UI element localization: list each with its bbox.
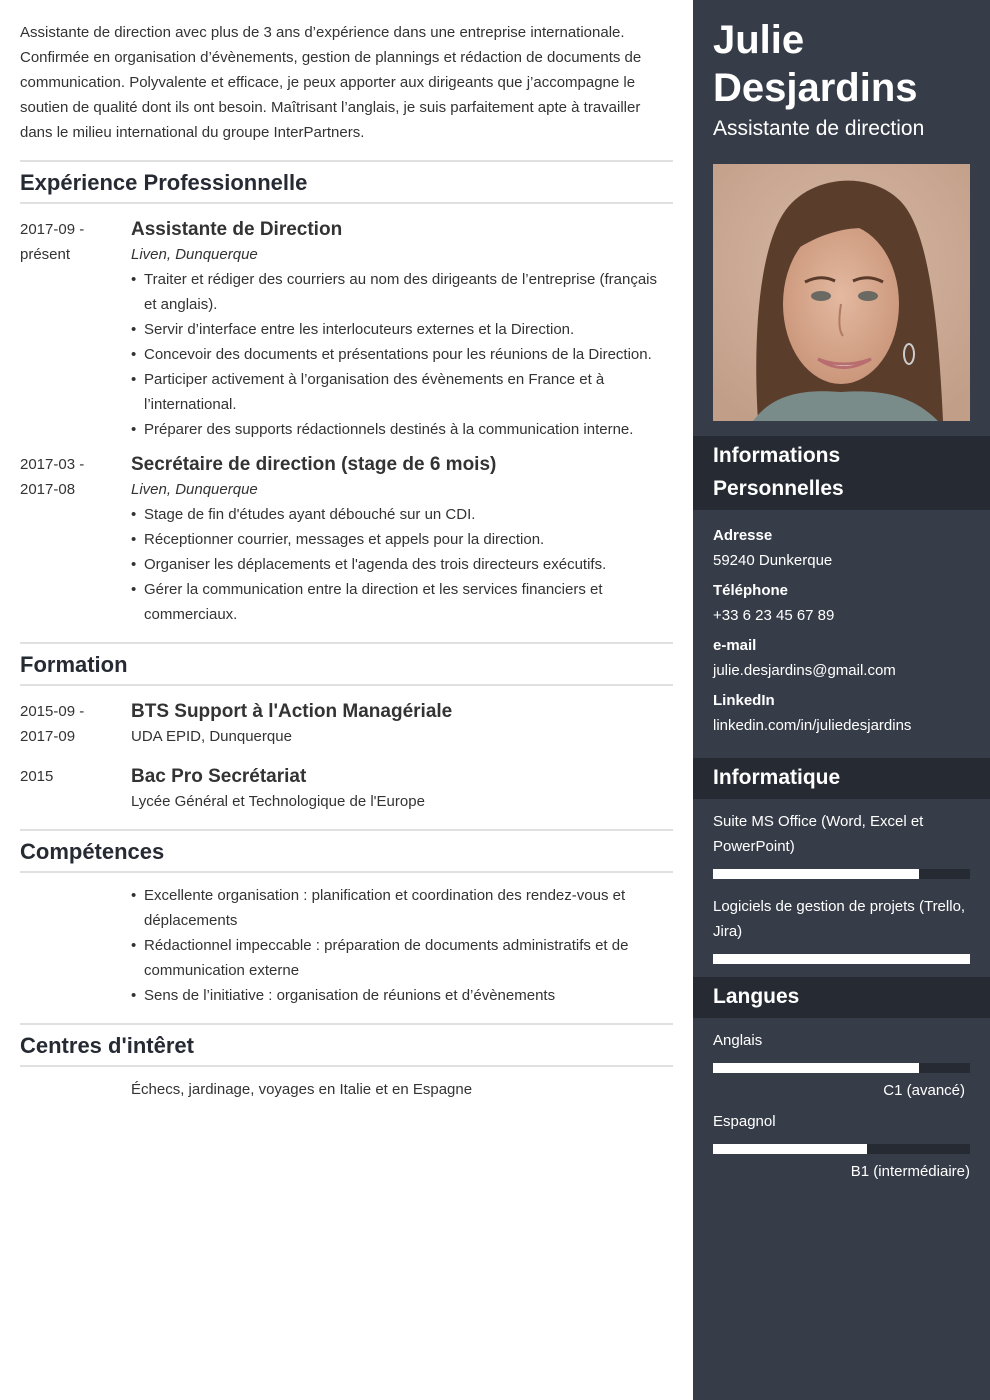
email-link[interactable]: julie.desjardins@gmail.com [713,658,970,683]
bullet-item: Gérer la communication entre la directio… [131,577,673,627]
skills-list: Excellente organisation : planification … [131,883,673,1008]
phone-value: +33 6 23 45 67 89 [713,607,835,624]
language-name: Anglais [713,1032,763,1049]
bullet-item: Participer activement à l’organisation d… [131,367,673,417]
experience-entry: 2017-03 - 2017-08 Secrétaire de directio… [20,452,673,627]
company: Liven, Dunquerque [131,246,258,263]
skill-item: Excellente organisation : planification … [131,883,673,933]
section-title-personal-info: Informations Personnelles [693,436,990,510]
education-entry: 2015-09 - 2017-09 BTS Support à l'Action… [20,699,673,749]
full-name: Julie Desjardins [693,0,990,112]
bullet-item: Traiter et rédiger des courriers au nom … [131,267,673,317]
address-label: Adresse [713,527,773,544]
it-skill: Logiciels de gestion de projets (Trello,… [693,892,990,964]
language-level-label: B1 (intermédiaire) [850,1163,970,1180]
job-bullets: Traiter et rédiger des courriers au nom … [131,267,673,442]
language-level-bar [713,1144,970,1154]
language-level-fill [713,1063,919,1073]
first-name: Julie [713,18,805,62]
entry-date: 2017-03 - 2017-08 [20,452,131,627]
linkedin-label: LinkedIn [713,692,775,709]
date-start: 2017-09 - [20,221,85,238]
bullet-item: Réceptionner courrier, messages et appel… [131,527,673,552]
portrait-image [713,164,970,421]
language-item: Espagnol B1 (intermédiaire) [693,1103,990,1184]
interests-text: Échecs, jardinage, voyages en Italie et … [131,1081,473,1098]
email-label: e-mail [713,637,757,654]
bullet-item: Organiser les déplacements et l'agenda d… [131,552,673,577]
section-title-education: Formation [20,642,673,686]
experience-entry: 2017-09 - présent Assistante de Directio… [20,217,673,442]
date-start: 2015 [20,768,54,785]
entry-date: 2015 [20,764,131,814]
it-skill-name: Logiciels de gestion de projets (Trello,… [713,898,966,940]
profile-summary: Assistante de direction avec plus de 3 a… [20,24,642,141]
title-line: Personnelles [713,477,844,500]
bullet-item: Préparer des supports rédactionnels dest… [131,417,673,442]
date-end: présent [20,246,71,263]
language-level-label: C1 (avancé) [883,1082,965,1099]
job-title: Assistante de Direction [131,219,343,240]
job-bullets: Stage de fin d'études ayant débouché sur… [131,502,673,627]
section-title-it: Informatique [693,758,990,799]
phone-label: Téléphone [713,582,789,599]
main-column: Assistante de direction avec plus de 3 a… [0,0,693,1400]
entry-date: 2017-09 - présent [20,217,131,442]
date-start: 2017-03 - [20,456,85,473]
skill-level-fill [713,869,919,879]
language-level-bar [713,1063,970,1073]
linkedin-link[interactable]: linkedin.com/in/juliedesjardins [713,713,970,738]
section-title-skills: Compétences [20,829,673,873]
date-end: 2017-08 [20,481,76,498]
section-title-languages: Langues [693,977,990,1018]
section-title-experience: Expérience Professionnelle [20,160,673,204]
skill-level-bar [713,869,970,879]
date-end: 2017-09 [20,728,76,745]
personal-info: Adresse 59240 Dunkerque Téléphone +33 6 … [693,510,990,758]
it-skill-name: Suite MS Office (Word, Excel et PowerPoi… [713,813,924,855]
sidebar: Julie Desjardins Assistante de direction [693,0,990,1400]
skill-level-bar [713,954,970,964]
skill-level-fill [713,954,970,964]
profile-photo [713,164,970,421]
it-skill: Suite MS Office (Word, Excel et PowerPoi… [693,799,990,879]
language-level-fill [713,1144,868,1154]
degree-title: BTS Support à l'Action Managériale [131,701,453,722]
job-role: Assistante de direction [713,117,925,140]
entry-date: 2015-09 - 2017-09 [20,699,131,749]
bullet-item: Servir d’interface entre les interlocute… [131,317,673,342]
skill-item: Rédactionnel impeccable : préparation de… [131,933,673,983]
bullet-item: Stage de fin d'études ayant débouché sur… [131,502,673,527]
address-value: 59240 Dunkerque [713,552,833,569]
date-start: 2015-09 - [20,703,85,720]
section-title-interests: Centres d'intêret [20,1023,673,1067]
school: Lycée Général et Technologique de l'Euro… [131,793,425,810]
last-name: Desjardins [713,66,918,110]
company: Liven, Dunquerque [131,481,258,498]
language-item: Anglais C1 (avancé) [693,1018,990,1103]
language-name: Espagnol [713,1113,776,1130]
job-title: Secrétaire de direction (stage de 6 mois… [131,454,497,475]
bullet-item: Concevoir des documents et présentations… [131,342,673,367]
degree-title: Bac Pro Secrétariat [131,766,307,787]
education-entry: 2015 Bac Pro Secrétariat Lycée Général e… [20,764,673,814]
title-line: Informations [713,444,841,467]
school: UDA EPID, Dunquerque [131,728,292,745]
skill-item: Sens de l’initiative : organisation de r… [131,983,673,1008]
